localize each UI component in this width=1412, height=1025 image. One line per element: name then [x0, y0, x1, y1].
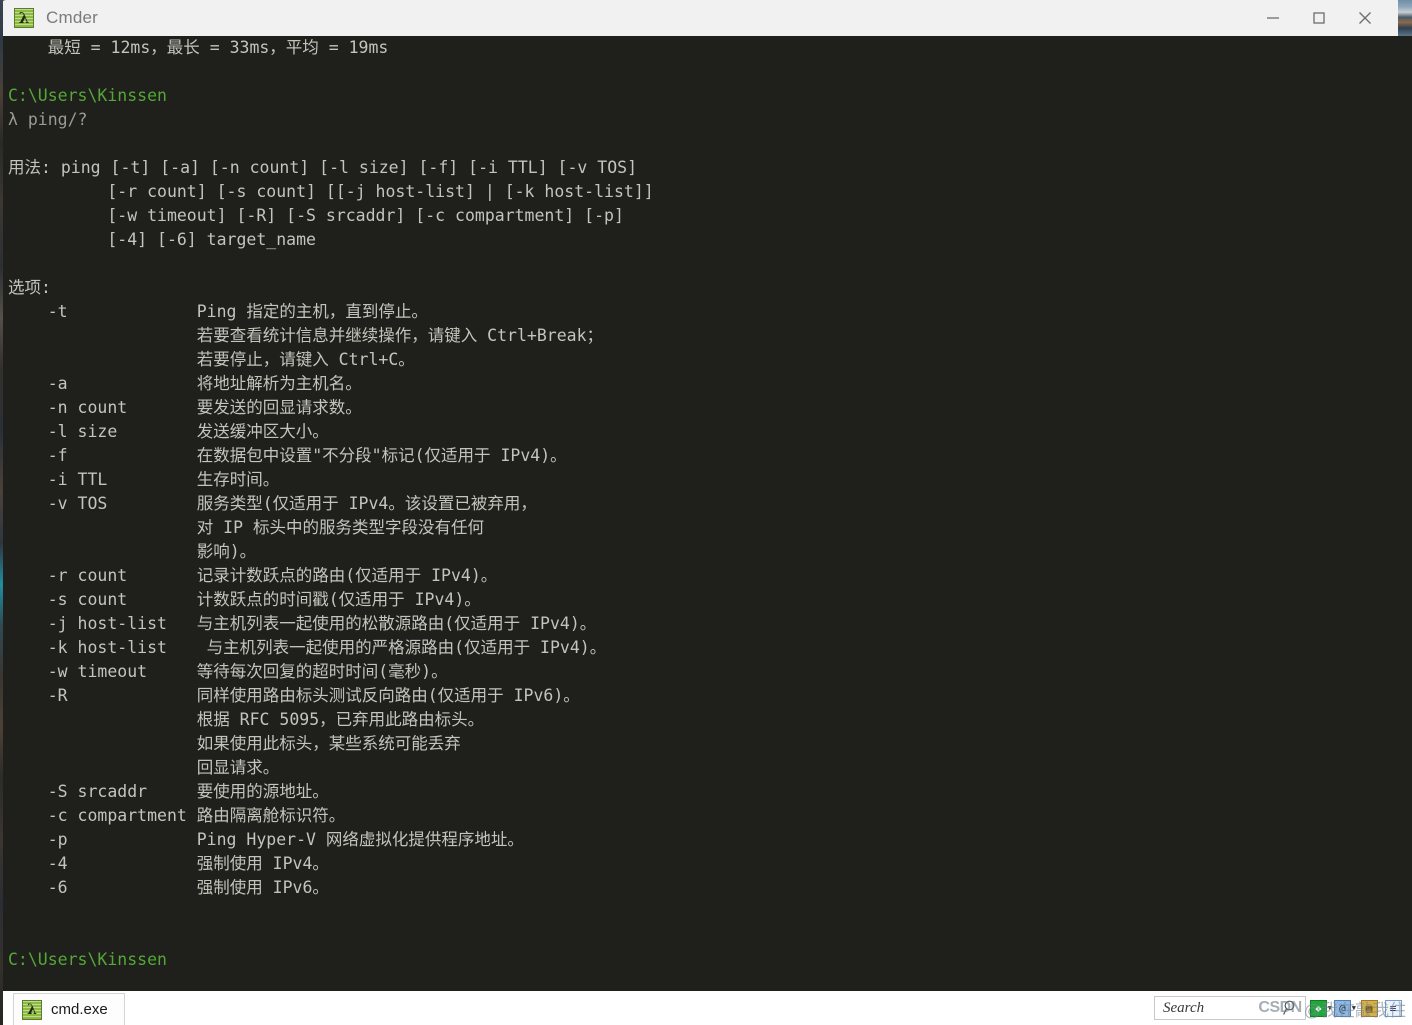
maximize-button[interactable] [1296, 0, 1342, 36]
terminal-line: -v TOS 服务类型(仅适用于 IPv4。该设置已被弃用， [8, 494, 537, 513]
lock-icon: ▤ [1360, 999, 1378, 1017]
terminal-line: 若要停止，请键入 Ctrl+C。 [8, 350, 415, 369]
terminal-line: C:\Users\Kinssen [8, 950, 167, 969]
chevron-down-icon[interactable]: ▼ [1352, 1004, 1356, 1012]
terminal-line: -c compartment 路由隔离舱标识符。 [8, 806, 346, 825]
terminal-line: 最短 = 12ms，最长 = 33ms，平均 = 19ms [8, 38, 389, 57]
terminal-line: -f 在数据包中设置"不分段"标记(仅适用于 IPv4)。 [8, 446, 567, 465]
terminal-line: [-4] [-6] target_name [8, 230, 316, 249]
terminal-line: -t Ping 指定的主机，直到停止。 [8, 302, 428, 321]
terminal-line: 用法: ping [-t] [-a] [-n count] [-l size] … [8, 158, 638, 177]
terminal-line: -a 将地址解析为主机名。 [8, 374, 362, 393]
new-console-button[interactable]: ❖ ▼ [1310, 996, 1332, 1020]
terminal-line: -l size 发送缓冲区大小。 [8, 422, 329, 441]
terminal-line: -s count 计数跃点的时间戳(仅适用于 IPv4)。 [8, 590, 481, 609]
terminal-line: -p Ping Hyper-V 网络虚拟化提供程序地址。 [8, 830, 524, 849]
terminal-line: [-r count] [-s count] [[-j host-list] | … [8, 182, 654, 201]
lambda-icon: λ [22, 999, 42, 1020]
tabs-list-icon: ≡ [1384, 999, 1402, 1017]
terminal-line: -S srcaddr 要使用的源地址。 [8, 782, 329, 801]
terminal-line: -R 同样使用路由标头测试反向路由(仅适用于 IPv6)。 [8, 686, 580, 705]
lambda-icon: λ [14, 8, 34, 28]
terminal-line: -4 强制使用 IPv4。 [8, 854, 329, 873]
terminal-line: 若要查看统计信息并继续操作，请键入 Ctrl+Break； [8, 326, 604, 345]
terminal-output[interactable]: 最短 = 12ms，最长 = 33ms，平均 = 19ms C:\Users\Ki… [3, 36, 1412, 991]
window-title: Cmder [46, 8, 99, 27]
status-bar: λ cmd.exe ❖▼@▼▤≡ CSDN @我在敲我住 [3, 991, 1412, 1025]
terminal-line: -6 强制使用 IPv6。 [8, 878, 329, 897]
chevron-down-icon[interactable]: ▼ [1328, 1004, 1332, 1012]
settings-button[interactable]: @ ▼ [1334, 996, 1356, 1020]
terminal-line: -i TTL 生存时间。 [8, 470, 280, 489]
desktop-edge-left [0, 0, 3, 1025]
search-icon[interactable] [1282, 999, 1300, 1017]
app-window: λ Cmder 最短 = 12ms，最长 = 33ms，平均 = 19ms C:\… [0, 0, 1412, 1025]
settings-icon: @ [1334, 999, 1351, 1017]
terminal-line: λ ping/? [8, 110, 88, 129]
toolbar-buttons: ❖ ▼ @ ▼ ▤ ≡ [1310, 996, 1404, 1020]
desktop-edge-right [1398, 0, 1412, 36]
lock-button[interactable]: ▤ [1358, 996, 1380, 1020]
terminal-line: [-w timeout] [-R] [-S srcaddr] [-c compa… [8, 206, 624, 225]
new-console-icon: ❖ [1310, 999, 1327, 1017]
terminal-line: -k host-list 与主机列表一起使用的严格源路由(仅适用于 IPv4)。 [8, 638, 607, 657]
tab-cmd-exe[interactable]: λ cmd.exe [13, 993, 125, 1025]
terminal-line: -w timeout 等待每次回复的超时时间(毫秒)。 [8, 662, 448, 681]
terminal-line: -r count 记录计数跃点的路由(仅适用于 IPv4)。 [8, 566, 498, 585]
terminal-line: -n count 要发送的回显请求数。 [8, 398, 362, 417]
search-input[interactable] [1161, 998, 1283, 1018]
minimize-button[interactable] [1250, 0, 1296, 36]
search-box[interactable] [1154, 996, 1306, 1020]
terminal-line: 如果使用此标头，某些系统可能丢弃 [8, 734, 461, 753]
tab-label: cmd.exe [51, 1001, 108, 1018]
title-bar: λ Cmder [0, 0, 1398, 36]
terminal-line: 影响)。 [8, 542, 257, 561]
terminal-line: 回显请求。 [8, 758, 280, 777]
terminal-line: 根据 RFC 5095，已弃用此路由标头。 [8, 710, 485, 729]
close-button[interactable] [1342, 0, 1388, 36]
terminal-line: 对 IP 标头中的服务类型字段没有任何 [8, 518, 484, 537]
terminal-line: -j host-list 与主机列表一起使用的松散源路由(仅适用于 IPv4)。 [8, 614, 597, 633]
tabs-list-button[interactable]: ≡ [1382, 996, 1404, 1020]
terminal-line: 选项: [8, 278, 51, 297]
terminal-line: C:\Users\Kinssen [8, 86, 167, 105]
